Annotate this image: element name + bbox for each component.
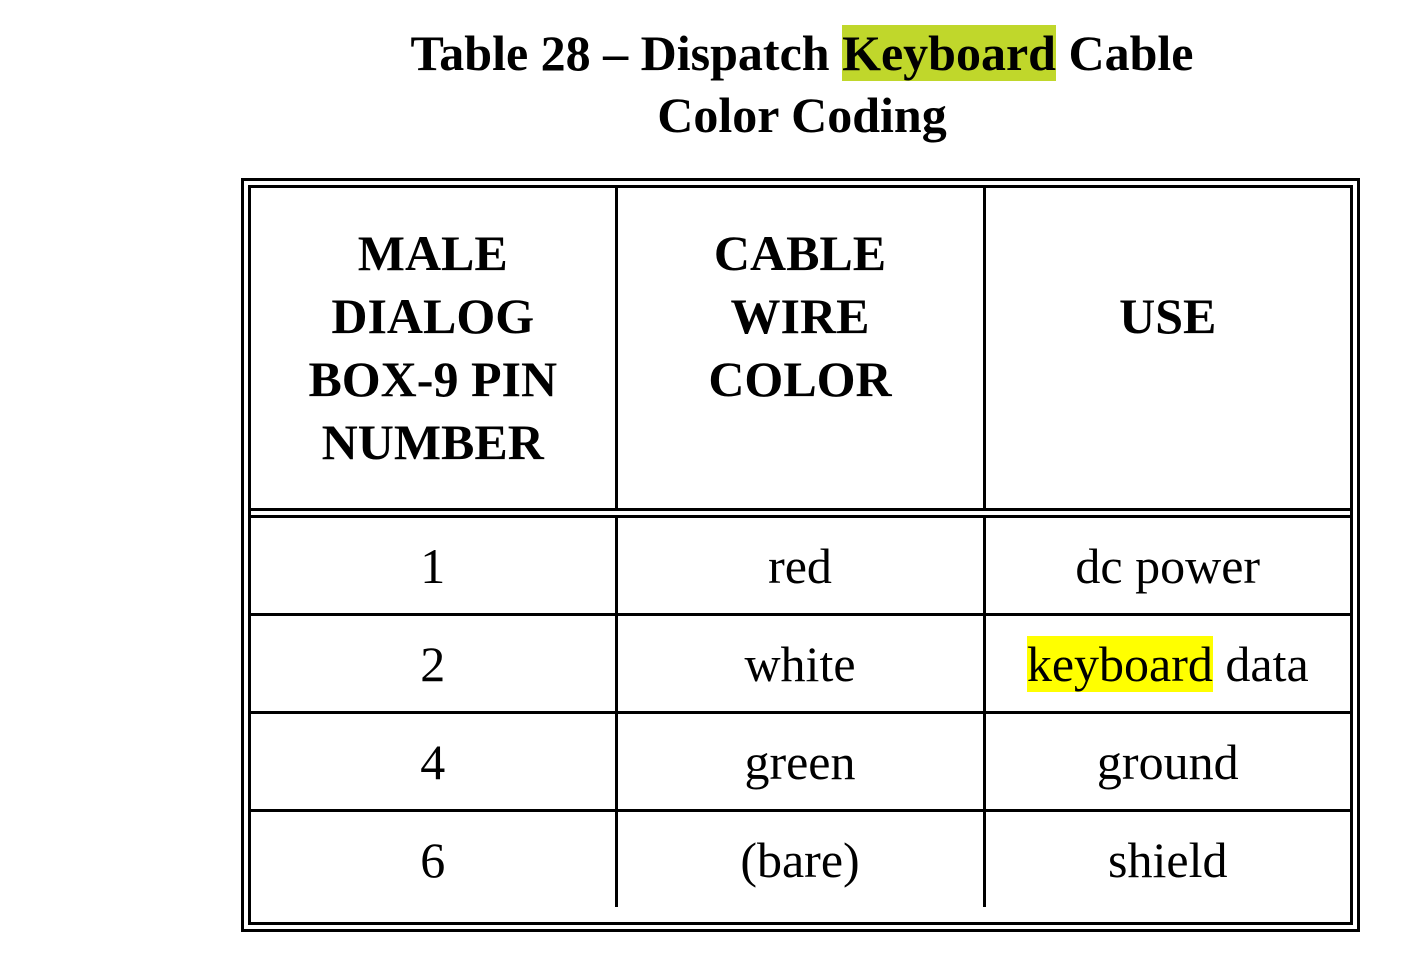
header-wire-color: CABLE WIRE COLOR: [614, 188, 986, 511]
table-row: 4 green ground: [251, 711, 1350, 812]
table-row: 1 red dc power: [251, 515, 1350, 616]
pin-cell: 2: [251, 613, 618, 714]
pin-cell: 6: [251, 809, 618, 907]
table-row: 2 white keyboard data: [251, 613, 1350, 714]
color-cell: green: [614, 711, 986, 812]
color-cell: (bare): [614, 809, 986, 907]
search-highlight: keyboard: [1026, 635, 1213, 692]
caption-line-1: Table 28 – Dispatch Keyboard Cable: [410, 25, 1194, 81]
use-cell: keyboard data: [982, 613, 1350, 714]
caption-line-2: Color Coding: [657, 87, 947, 143]
use-cell: ground: [982, 711, 1350, 812]
pin-cell: 4: [251, 711, 618, 812]
color-cell: red: [614, 515, 986, 616]
header-row: MALE DIALOG BOX-9 PIN NUMBER CABLE WIRE …: [251, 188, 1350, 511]
color-coding-table: MALE DIALOG BOX-9 PIN NUMBER CABLE WIRE …: [251, 188, 1350, 907]
header-use: USE: [982, 188, 1350, 511]
table-row: 6 (bare) shield: [251, 809, 1350, 907]
search-highlight: Keyboard: [842, 25, 1056, 81]
use-cell: dc power: [982, 515, 1350, 616]
pin-cell: 1: [251, 515, 618, 616]
header-separator: [251, 508, 1350, 517]
table-caption: Table 28 – Dispatch Keyboard Cable Color…: [360, 22, 1244, 146]
color-cell: white: [614, 613, 986, 714]
use-cell: shield: [982, 809, 1350, 907]
header-pin-number: MALE DIALOG BOX-9 PIN NUMBER: [251, 188, 618, 511]
